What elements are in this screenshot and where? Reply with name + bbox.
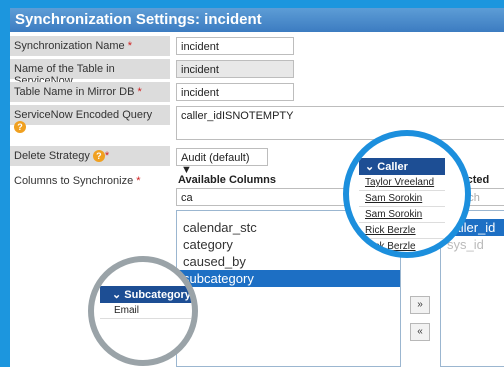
chevron-down-icon: ⌄ [365,161,375,173]
subcategory-option[interactable]: Email [100,303,192,319]
encoded-query-input[interactable]: caller_idISNOTEMPTY [176,106,504,140]
table-name-input: incident [176,60,294,78]
page-title: Synchronization Settings: incident [15,11,262,28]
table-name-label: Name of the Table in ServiceNow [10,59,170,87]
mirror-table-label: Table Name in Mirror DB * [10,82,170,102]
help-icon[interactable]: ? [92,150,105,163]
subcategory-popup-header: ⌄ Subcategory [100,286,192,303]
columns-label: Columns to Synchronize * [10,171,170,191]
mirror-table-input[interactable]: incident [176,83,294,101]
subcategory-magnifier: ⌄ Subcategory Email [88,256,198,366]
encoded-query-label: ServiceNow Encoded Query ? [10,105,170,134]
caller-option[interactable]: Taylor Vreeland [359,175,445,191]
available-columns-header: Available Columns [178,174,277,186]
chevron-down-icon: ⌄ [112,289,122,301]
help-icon[interactable]: ? [14,121,26,134]
add-column-button[interactable]: » [410,296,430,314]
sync-name-input[interactable]: incident [176,37,294,55]
sync-name-label: Synchronization Name * [10,36,170,56]
remove-column-button[interactable]: « [410,323,430,341]
list-item[interactable]: caused_by [177,253,400,270]
caller-option[interactable]: Sam Sorokin [359,207,445,223]
list-item-selected[interactable]: subcategory [177,270,400,287]
delete-strategy-select[interactable]: Audit (default) ▼ [176,148,268,176]
caller-popup-header: ⌄ Caller [359,158,445,175]
settings-panel: Synchronization Settings: incident Synch… [10,8,504,367]
caller-magnifier: ⌄ Caller Taylor Vreeland Sam Sorokin Sam… [343,130,471,258]
caller-option[interactable]: Sam Sorokin [359,191,445,207]
caller-option[interactable]: Rick Berzle [359,223,445,239]
delete-strategy-label: Delete Strategy ? * [10,146,170,166]
